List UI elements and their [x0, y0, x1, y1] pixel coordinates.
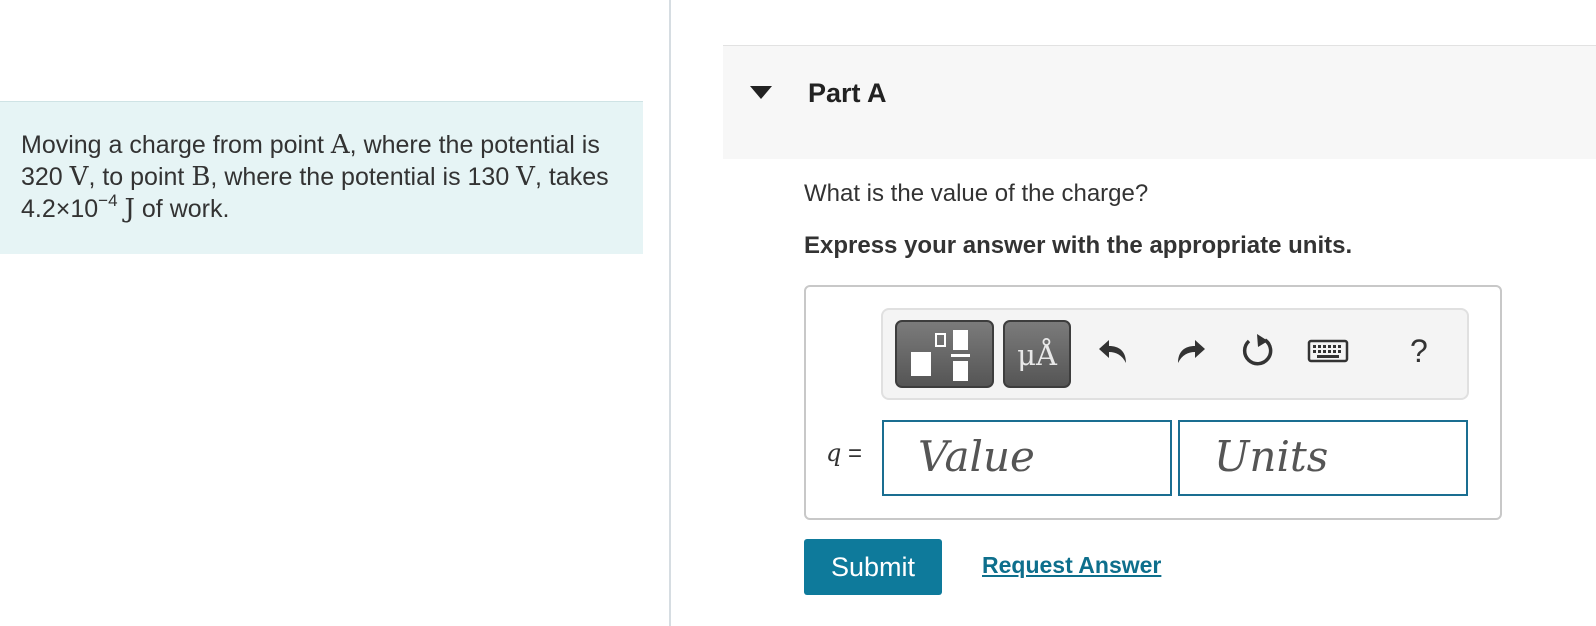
keyboard-icon[interactable] [1307, 331, 1349, 371]
part-title: Part A [808, 78, 887, 108]
undo-icon[interactable] [1095, 331, 1135, 371]
problem-text: Moving a charge from point A , where the … [21, 129, 621, 225]
column-divider [669, 0, 671, 626]
point-a-symbol: A [330, 130, 350, 160]
redo-icon[interactable] [1169, 331, 1209, 371]
reset-icon[interactable] [1238, 331, 1278, 371]
problem-statement-box: Moving a charge from point A , where the … [0, 101, 643, 254]
problem-text-part [118, 195, 125, 223]
joule-unit: J [124, 194, 135, 224]
help-button[interactable]: ? [1410, 333, 1428, 370]
volt-unit: V [69, 162, 89, 192]
problem-text-part: , to point [88, 163, 192, 191]
value-input[interactable]: Value [882, 420, 1172, 496]
units-input[interactable]: Units [1178, 420, 1468, 496]
question-text: What is the value of the charge? [804, 180, 1149, 207]
problem-text-part: , where the potential is 130 [210, 163, 517, 191]
problem-text-part: Moving a charge from point [21, 131, 331, 159]
exponent: −4 [98, 190, 118, 210]
answer-variable-label: q = [826, 439, 862, 468]
units-button[interactable]: μÅ [1003, 320, 1071, 388]
submit-button[interactable]: Submit [804, 539, 942, 595]
equals-sign: = [841, 440, 863, 467]
request-answer-link[interactable]: Request Answer [982, 552, 1161, 579]
answer-panel: μÅ ? q = Value Units [804, 285, 1502, 520]
collapse-caret-icon[interactable] [750, 86, 772, 99]
volt-unit: V [516, 162, 535, 192]
problem-text-part: of work. [134, 195, 230, 223]
instruction-text: Express your answer with the appropriate… [804, 232, 1353, 259]
part-a-header[interactable]: Part A [723, 45, 1596, 159]
math-toolbar: μÅ ? [881, 308, 1469, 400]
templates-button[interactable] [895, 320, 994, 388]
point-b-symbol: B [191, 162, 211, 192]
variable-q: q [826, 439, 842, 467]
